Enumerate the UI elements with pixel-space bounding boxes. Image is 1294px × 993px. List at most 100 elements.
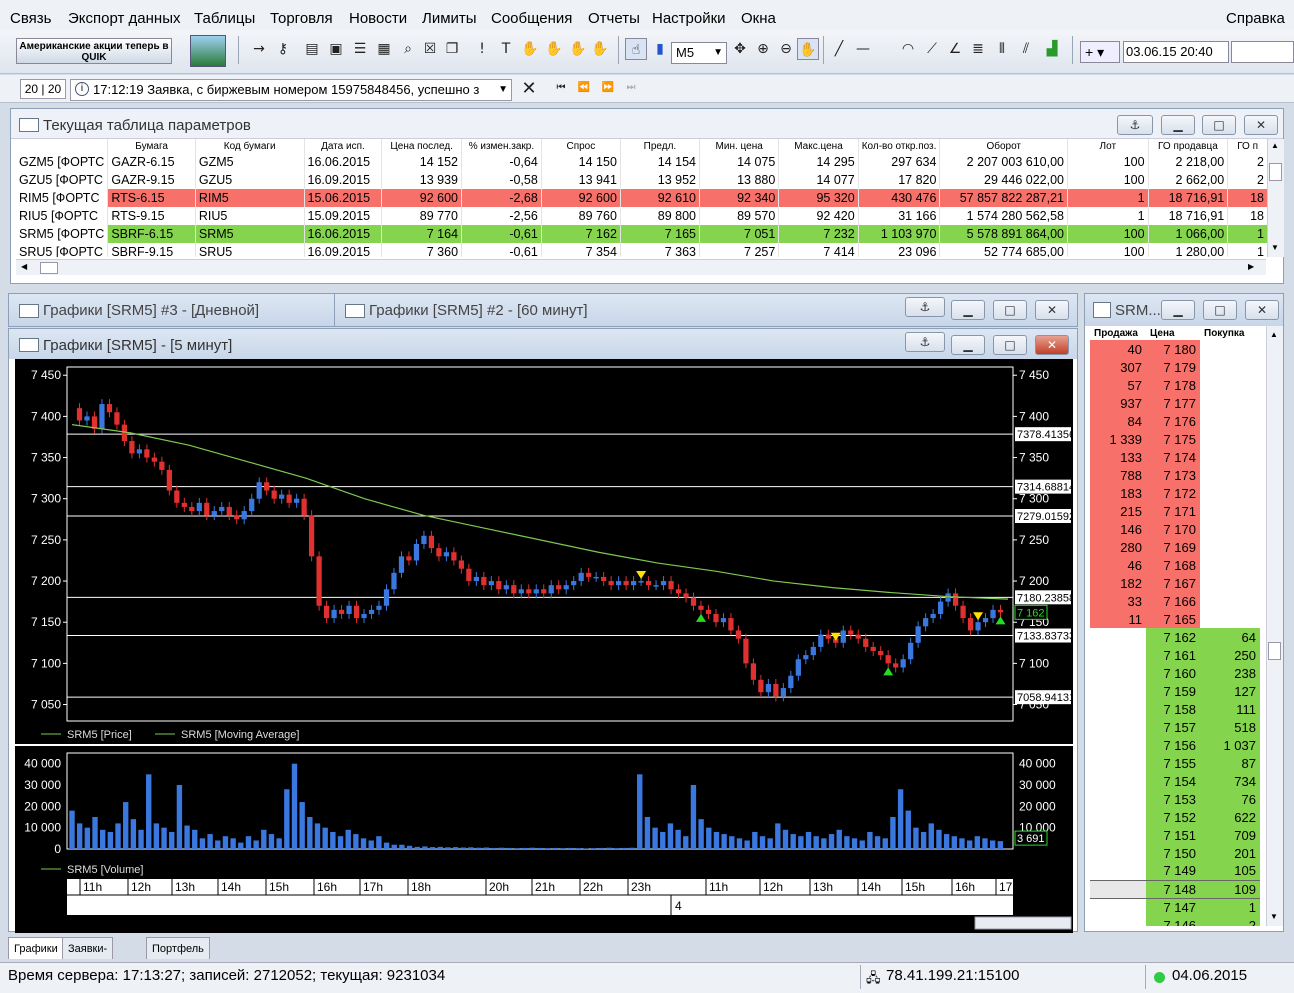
orderbook-ask-row[interactable]: 133 7 174 (1090, 448, 1260, 466)
channel-icon[interactable]: ⫽ (1015, 38, 1037, 60)
scroll-up-icon[interactable]: ▲ (1271, 141, 1279, 150)
params-hscroll[interactable]: ◀ ▶ (16, 259, 1266, 275)
orderbook-ask-row[interactable]: 57 7 178 (1090, 376, 1260, 394)
orderbook-bid-row[interactable]: 7 151 709 (1090, 826, 1260, 844)
add-dropdown[interactable]: + ▾ (1080, 41, 1120, 63)
table-row[interactable]: GZU5 [ФОРТС GAZR-9.15 GZU5 16.09.2015 13 939… (16, 171, 1268, 189)
menu-export[interactable]: Экспорт данных (68, 10, 180, 27)
line-icon[interactable]: ╱ (828, 38, 850, 60)
key-icon[interactable]: ⚷ (272, 38, 294, 60)
orderbook-ask-row[interactable]: 40 7 180 (1090, 340, 1260, 358)
hand-icon[interactable]: ✋ (519, 38, 541, 60)
close-button[interactable]: ✕ (1244, 115, 1278, 135)
menu-settings[interactable]: Настройки (652, 10, 726, 27)
levels-icon[interactable]: ≣ (967, 38, 989, 60)
fan-icon[interactable]: ⟋ (921, 38, 943, 60)
pan-icon[interactable]: ✋ (797, 38, 819, 60)
orderbook-bid-row[interactable]: 7 148 109 (1090, 879, 1260, 899)
col-header[interactable]: Цена послед. (381, 139, 463, 153)
menu-tables[interactable]: Таблицы (194, 10, 255, 27)
maximize-button[interactable]: □ (993, 300, 1027, 320)
menu-news[interactable]: Новости (349, 10, 407, 27)
copy-icon[interactable]: ❐ (441, 38, 463, 60)
close-button[interactable]: ✕ (1035, 335, 1069, 355)
maximize-button[interactable]: □ (1202, 115, 1236, 135)
banner-us-stocks[interactable]: Американские акции теперь в QUIK (16, 38, 172, 64)
col-header[interactable]: Дата исп. (304, 139, 383, 153)
col-header[interactable]: Кол-во откр.поз. (858, 139, 941, 153)
orderbook-bid-row[interactable]: 7 154 734 (1090, 772, 1260, 790)
col-header[interactable]: Спрос (541, 139, 621, 153)
col-header[interactable]: Предл. (620, 139, 701, 153)
tab-orders[interactable]: Заявки-сделки (62, 937, 114, 977)
extra-field[interactable] (1231, 41, 1294, 63)
last-icon[interactable]: ⏭ (620, 77, 642, 99)
maximize-button[interactable]: □ (993, 335, 1027, 355)
menu-limits[interactable]: Лимиты (422, 10, 477, 27)
chart-tab-hourly[interactable]: Графики [SRM5] #2 - [60 минут] ⚓ ▁ □ ✕ (334, 293, 1078, 327)
window-icon[interactable]: ▣ (325, 38, 347, 60)
first-icon[interactable]: ⏮ (550, 77, 572, 99)
pin-button[interactable]: ⚓ (905, 297, 945, 317)
tab-charts[interactable]: Графики (8, 937, 64, 959)
table-row[interactable]: RIM5 [ФОРТС RTS-6.15 RIM5 15.06.2015 92 600-… (16, 189, 1268, 207)
col-header[interactable]: Мин. цена (699, 139, 780, 153)
close-button[interactable]: ✕ (1035, 300, 1069, 320)
params-vscroll[interactable]: ▲ ▼ (1267, 139, 1284, 257)
hscroll-thumb[interactable] (40, 262, 58, 274)
hand-mode-icon[interactable]: ☝ (625, 38, 647, 60)
orderbook-ask-row[interactable]: 280 7 169 (1090, 538, 1260, 556)
orderbook-ask-row[interactable]: 215 7 171 (1090, 502, 1260, 520)
col-header[interactable]: Лот (1067, 139, 1149, 153)
next-icon[interactable]: ⏩ (597, 77, 619, 99)
col-header[interactable]: Оборот (939, 139, 1068, 153)
orderbook-ask-row[interactable]: 182 7 167 (1090, 574, 1260, 592)
scroll-left-icon[interactable]: ◀ (21, 262, 27, 271)
text-icon[interactable]: T (495, 38, 517, 60)
menu-connection[interactable]: Связь (10, 10, 51, 27)
orderbook-ask-row[interactable]: 937 7 177 (1090, 394, 1260, 412)
table-icon[interactable]: ▤ (301, 38, 323, 60)
angle-icon[interactable]: ∠ (944, 38, 966, 60)
orderbook-bid-row[interactable]: 7 149 105 (1090, 862, 1260, 880)
pin-button[interactable]: ⚓ (1117, 115, 1153, 135)
bar-chart-icon[interactable]: ▮ (649, 38, 671, 60)
prev-icon[interactable]: ⏪ (573, 77, 595, 99)
delete-icon[interactable]: ☒ (419, 38, 441, 60)
orderbook-bid-row[interactable]: 7 155 87 (1090, 754, 1260, 772)
orderbook-ask-row[interactable]: 46 7 168 (1090, 556, 1260, 574)
minimize-button[interactable]: ▁ (1161, 115, 1195, 135)
table-row[interactable]: SRU5 [ФОРТС SBRF-9.15 SRU5 16.09.2015 7 360-… (16, 243, 1268, 257)
grid-icon[interactable]: ▦ (373, 38, 395, 60)
table-row[interactable]: GZM5 [ФОРТС GAZR-6.15 GZM5 16.06.2015 14 152… (16, 153, 1268, 171)
table-row[interactable]: RIU5 [ФОРТС RTS-9.15 RIU5 15.09.2015 89 770-… (16, 207, 1268, 225)
list-icon[interactable]: ☰ (349, 38, 371, 60)
orderbook-ask-row[interactable]: 146 7 170 (1090, 520, 1260, 538)
orderbook-ask-row[interactable]: 307 7 179 (1090, 358, 1260, 376)
hand-cancel-icon[interactable]: ✋ (589, 38, 611, 60)
maximize-button[interactable]: □ (1203, 300, 1237, 320)
quik-logo-icon[interactable] (190, 35, 226, 67)
pin-button[interactable]: ⚓ (905, 332, 945, 352)
close-icon[interactable]: ✕ (518, 78, 540, 100)
orderbook-ask-row[interactable]: 11 7 165 (1090, 610, 1260, 628)
minimize-button[interactable]: ▁ (1161, 300, 1195, 320)
minimize-button[interactable]: ▁ (951, 300, 985, 320)
orderbook-ask-row[interactable]: 33 7 166 (1090, 592, 1260, 610)
col-header[interactable]: Код бумаги (195, 139, 305, 153)
price-volume-chart[interactable]: 7 450 7 450 7 400 7 400 7 350 7 350 7 300 7 300… (15, 359, 1073, 933)
tab-portfolio[interactable]: Портфель (146, 937, 210, 959)
menu-help[interactable]: Справка (1226, 10, 1285, 27)
orderbook-vscroll[interactable]: ▲ ▼ (1266, 326, 1283, 926)
orderbook-bid-row[interactable]: 7 146 2 (1090, 916, 1260, 926)
orderbook-ask-row[interactable]: 183 7 172 (1090, 484, 1260, 502)
arc-icon[interactable]: ◠ (897, 38, 919, 60)
menu-trading[interactable]: Торговля (270, 10, 333, 27)
interval-select[interactable]: M5 ▼ (671, 42, 727, 64)
datetime-field[interactable]: 03.06.15 20:40 (1123, 41, 1229, 63)
message-select[interactable]: i 17:12:19 Заявка, с биржевым номером 15… (70, 79, 512, 101)
indicator-icon[interactable]: ▟ (1041, 38, 1063, 60)
col-header[interactable]: Бумага (107, 139, 196, 153)
minimize-button[interactable]: ▁ (951, 335, 985, 355)
orderbook-ask-row[interactable]: 788 7 173 (1090, 466, 1260, 484)
